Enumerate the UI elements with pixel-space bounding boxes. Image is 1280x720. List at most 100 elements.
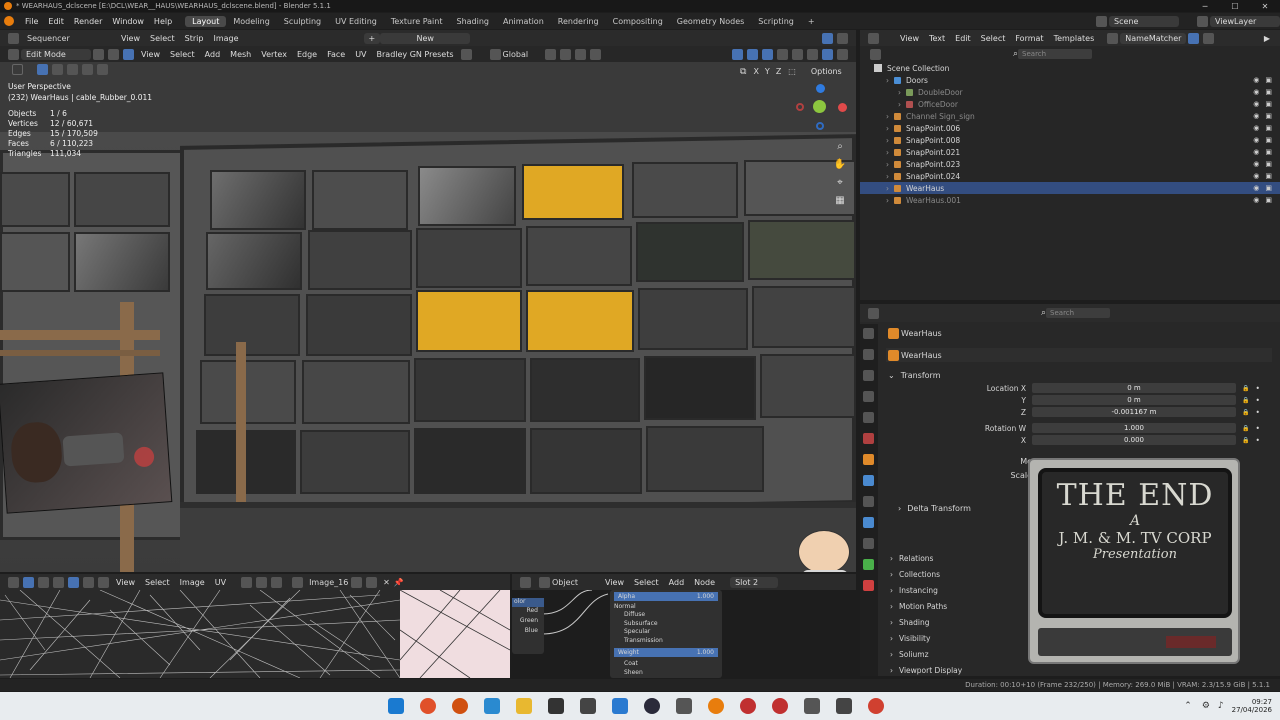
node-type-selector[interactable]: Object <box>552 578 600 587</box>
face-select-icon[interactable] <box>123 48 134 60</box>
img-menu-uv[interactable]: UV <box>210 578 231 587</box>
davinci-icon[interactable] <box>772 698 788 714</box>
vertex-mode-icon[interactable] <box>38 576 49 588</box>
node-editor-type-icon[interactable] <box>520 576 531 588</box>
gizmo-z-axis[interactable] <box>816 84 825 93</box>
section-specular[interactable]: Specular <box>610 628 722 637</box>
alpha-socket-field[interactable]: Alpha 1.000 <box>614 592 718 601</box>
image-new-icon[interactable] <box>351 576 363 588</box>
outliner-row[interactable]: › WearHaus.001 ◉ ▣ <box>860 194 1280 206</box>
ol-menu-text[interactable]: Text <box>924 34 950 43</box>
expand-chevron-icon[interactable]: › <box>886 124 894 133</box>
expand-chevron-icon[interactable]: › <box>886 76 894 85</box>
display-mode-icon[interactable] <box>870 48 881 60</box>
ol-menu-templates[interactable]: Templates <box>1049 34 1100 43</box>
expand-chevron-icon[interactable]: › <box>886 184 894 193</box>
properties-editor-icon[interactable] <box>868 307 879 319</box>
tools-icon[interactable] <box>804 698 820 714</box>
weight-socket-field[interactable]: Weight 1.000 <box>614 648 718 657</box>
search-app-icon[interactable] <box>452 698 468 714</box>
view-layer-tab-icon[interactable] <box>863 391 874 402</box>
zoom-icon[interactable]: ⌕ <box>832 138 848 156</box>
expand-chevron-icon[interactable]: › <box>886 160 894 169</box>
select-new-icon[interactable] <box>37 64 48 75</box>
render-camera-icon[interactable]: ▣ <box>1265 136 1272 144</box>
keyframe-dot-icon[interactable]: • <box>1255 396 1259 405</box>
vp-menu-vertex[interactable]: Vertex <box>256 50 292 59</box>
render-camera-icon[interactable]: ▣ <box>1265 100 1272 108</box>
visibility-eye-icon[interactable]: ◉ <box>1253 184 1259 192</box>
tray-network-icon[interactable]: ⚙ <box>1202 701 1210 711</box>
vp-menu-presets[interactable]: Bradley GN Presets <box>372 50 459 59</box>
outliner-row[interactable]: › DoubleDoor ◉ ▣ <box>860 86 1280 98</box>
presets-icon[interactable] <box>460 48 472 60</box>
tab-modeling[interactable]: Modeling <box>226 16 276 27</box>
modifier-tab-icon[interactable] <box>863 475 874 486</box>
render-camera-icon[interactable]: ▣ <box>1265 112 1272 120</box>
gizmo-icon[interactable] <box>747 48 758 60</box>
properties-search-input[interactable]: Search <box>1046 308 1111 318</box>
separate-color-node[interactable]: olor Red Green Blue <box>512 598 544 654</box>
vp-menu-mesh[interactable]: Mesh <box>225 50 256 59</box>
output-tab-icon[interactable] <box>863 370 874 381</box>
outliner-row[interactable]: › WearHaus ◉ ▣ <box>860 182 1280 194</box>
node-menu-node[interactable]: Node <box>689 578 720 587</box>
axis-y-toggle[interactable]: Y <box>762 67 773 76</box>
select-invert-icon[interactable] <box>82 64 93 75</box>
obs-icon[interactable] <box>644 698 660 714</box>
xray-icon[interactable] <box>777 48 788 60</box>
scene-selector[interactable]: Scene <box>1109 15 1179 27</box>
select-subtract-icon[interactable] <box>67 64 78 75</box>
select-intersect-icon[interactable] <box>97 64 108 75</box>
keyframe-dot-icon[interactable]: • <box>1255 424 1259 433</box>
outliner-search-input[interactable]: Search <box>1018 49 1093 59</box>
render-camera-icon[interactable]: ▣ <box>1265 172 1272 180</box>
section-coat[interactable]: Coat <box>610 660 722 669</box>
uv-canvas[interactable] <box>0 590 510 678</box>
image-unlink-icon[interactable]: ✕ <box>383 578 390 587</box>
tab-scripting[interactable]: Scripting <box>751 16 801 27</box>
shading-solid-icon[interactable] <box>807 48 818 60</box>
menu-help[interactable]: Help <box>149 17 177 26</box>
transform-field-value[interactable]: 1.000 <box>1032 423 1236 433</box>
visual-studio-icon[interactable] <box>676 698 692 714</box>
object-name[interactable]: WearHaus <box>901 329 942 338</box>
uv-sticky-icon[interactable] <box>98 576 109 588</box>
pan-hand-icon[interactable]: ✋ <box>832 156 848 174</box>
scene-collection-row[interactable]: Scene Collection <box>860 62 1280 74</box>
transform-header[interactable]: ⌄ Transform <box>886 368 1272 382</box>
maximize-button[interactable]: ☐ <box>1220 2 1250 11</box>
vp-menu-add[interactable]: Add <box>200 50 226 59</box>
ol-menu-select[interactable]: Select <box>976 34 1011 43</box>
editor-type-icon[interactable] <box>8 32 19 44</box>
section-transmission[interactable]: Transmission <box>610 637 722 646</box>
tray-chevron-icon[interactable]: ⌃ <box>1184 701 1192 711</box>
vp-menu-select[interactable]: Select <box>165 50 200 59</box>
expand-chevron-icon[interactable]: › <box>886 136 894 145</box>
data-tab-icon[interactable] <box>863 559 874 570</box>
tab-compositing[interactable]: Compositing <box>606 16 670 27</box>
render-camera-icon[interactable]: ▣ <box>1265 76 1272 84</box>
edge-mode-icon[interactable] <box>53 576 64 588</box>
add-workspace-button[interactable]: + <box>801 16 822 27</box>
principled-bsdf-node[interactable]: Alpha 1.000 Normal Diffuse Subsurface Sp… <box>610 590 722 678</box>
render-camera-icon[interactable]: ▣ <box>1265 160 1272 168</box>
visibility-eye-icon[interactable]: ◉ <box>1253 124 1259 132</box>
notepad-icon[interactable] <box>548 698 564 714</box>
grid-view-icon[interactable]: ▦ <box>832 192 848 210</box>
vscode-icon[interactable] <box>612 698 628 714</box>
gizmo-neg-z[interactable] <box>816 122 824 130</box>
menu-window[interactable]: Window <box>107 17 149 26</box>
tool-tab-icon[interactable] <box>863 328 874 339</box>
script-toggle-icon[interactable] <box>1188 32 1200 44</box>
run-script-icon[interactable]: ▶ <box>1264 34 1270 43</box>
seq-menu-image[interactable]: Image <box>208 34 243 43</box>
image-browse-icon[interactable] <box>292 576 304 588</box>
image-name-field[interactable]: Image_16 <box>305 578 349 587</box>
mode-selector[interactable]: Edit Mode <box>21 48 91 60</box>
gizmo-x-axis[interactable] <box>838 103 847 112</box>
select-extend-icon[interactable] <box>52 64 63 75</box>
seq-menu-strip[interactable]: Strip <box>180 34 209 43</box>
lock-icon[interactable]: 🔒 <box>1242 425 1249 432</box>
vp-menu-face[interactable]: Face <box>322 50 350 59</box>
